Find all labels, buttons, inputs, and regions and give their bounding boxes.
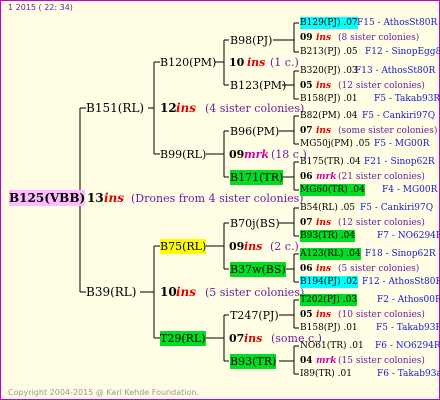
g3-g-queen[interactable]: T247(PJ) [230, 308, 279, 323]
g4-queen[interactable]: B194(PJ) .02 [300, 276, 358, 288]
root-queen[interactable]: B125(VBB) [9, 190, 86, 206]
g4-queen[interactable]: B320(PJ) .03 [300, 65, 358, 77]
g4-type: ins [316, 33, 332, 43]
g4-note: (some sister colonies) [338, 126, 438, 136]
g2-b-queen[interactable]: B99(RL) [160, 147, 206, 162]
g4-generation: 09 [300, 33, 313, 43]
g3-a-type: ins [247, 56, 266, 69]
g4-note: (10 sister colonies) [338, 310, 425, 320]
root-note: (Drones from 4 sister colonies) [131, 192, 304, 205]
copyright-footer: Copyright 2004-2015 @ Karl Kehde Foundat… [8, 388, 199, 397]
g4-note: (5 sister colonies) [338, 264, 420, 274]
g4-type: ins [316, 81, 332, 91]
g3-e-generation: 09 [229, 240, 245, 253]
g3-a-queen[interactable]: B98(PJ) [230, 33, 272, 48]
g4-type: mrk [316, 356, 337, 366]
g1-bottom-type: ins [176, 285, 197, 299]
g4-note: (15 sister colonies) [338, 356, 425, 366]
g3-b-queen[interactable]: B123(PM) [230, 78, 286, 93]
g1-bottom-note: (5 sister colonies) [205, 286, 305, 299]
root-type: ins [104, 191, 125, 205]
g4-origin-code: F18 - Sinop62R [365, 249, 436, 259]
g4-queen[interactable]: B54(RL) .05 [300, 202, 355, 214]
g4-note: (21 sister colonies) [338, 172, 425, 182]
g4-queen[interactable]: MG60(TR) .04 [300, 184, 365, 196]
g4-type: ins [316, 264, 332, 274]
g1-bottom-queen[interactable]: B39(RL) [86, 284, 136, 300]
g1-bottom-generation: 10 [160, 285, 177, 299]
g1-top-note: (4 sister colonies) [205, 102, 305, 115]
g4-queen[interactable]: B158(PJ) .01 [300, 93, 358, 105]
g3-a-note: (1 c.) [270, 56, 299, 69]
g4-origin-code: F12 - AthosSt80R [362, 277, 440, 287]
g4-origin-code: F5 - Takab93R [376, 323, 440, 333]
g1-top-generation: 12 [160, 101, 177, 115]
g4-origin-code: F6 - Takab93aR [377, 369, 440, 379]
g4-type: ins [316, 310, 332, 320]
g4-queen[interactable]: B82(PM) .04 [300, 110, 358, 122]
g3-d-queen[interactable]: B171(TR) [230, 170, 284, 185]
g4-origin-code: F4 - MG00R [382, 185, 438, 195]
g4-note: (12 sister colonies) [338, 218, 425, 228]
g4-generation: 05 [300, 81, 313, 91]
g1-top-queen[interactable]: B151(RL) [86, 100, 144, 116]
g4-origin-code: F12 - SinopEgg86R [365, 47, 440, 57]
g3-a-generation: 10 [229, 56, 245, 69]
g2-b-type: mrk [244, 148, 270, 161]
g4-generation: 04 [300, 356, 313, 366]
g4-generation: 05 [300, 310, 313, 320]
g4-generation: 07 [300, 218, 313, 228]
pedigree-tree: 1 2015 ( 22: 34) B125(VBB) 13 ins (Drone… [0, 0, 440, 400]
g2-c-queen[interactable]: B75(RL) [160, 239, 207, 254]
g3-e-note: (2 c.) [270, 240, 299, 253]
g4-origin-code: F5 - Cankiri97Q [360, 203, 434, 213]
g3-e-queen[interactable]: B70j(BS) [230, 216, 280, 231]
g4-generation: 06 [300, 172, 313, 182]
g4-note: (12 sister colonies) [338, 81, 425, 91]
g4-queen[interactable]: MG50j(PM) .05 [300, 138, 370, 150]
g1-top-type: ins [176, 101, 197, 115]
root-generation: 13 [87, 191, 104, 205]
g2-b-generation: 09 [229, 148, 245, 161]
g4-queen[interactable]: B158(PJ) .01 [300, 322, 358, 334]
g4-origin-code: F5 - Takab93R [374, 94, 440, 104]
g4-type: ins [316, 218, 332, 228]
g4-generation: 06 [300, 264, 313, 274]
g2-d-generation: 07 [229, 332, 245, 345]
g4-origin-code: F15 - AthosSt80R [357, 18, 438, 28]
g4-queen[interactable]: B175(TR) .04 [300, 156, 361, 168]
g3-h-queen[interactable]: B93(TR) [230, 354, 277, 369]
g4-origin-code: F13 - AthosSt80R [355, 66, 436, 76]
g4-queen[interactable]: B129(PJ) .07 [300, 17, 358, 29]
g4-origin-code: F7 - NO6294R [377, 231, 440, 241]
g4-origin-code: F5 - MG00R [374, 139, 430, 149]
g4-queen[interactable]: T202(PJ) .03 [300, 294, 358, 306]
g4-note: (8 sister colonies) [338, 33, 420, 43]
g3-e-type: ins [244, 240, 263, 253]
g4-queen[interactable]: B93(TR) .04 [300, 230, 356, 242]
g4-generation: 07 [300, 126, 313, 136]
g4-queen[interactable]: A123(RL) .04 [300, 248, 361, 260]
g2-d-queen[interactable]: T29(RL) [160, 331, 206, 346]
g4-queen[interactable]: I89(TR) .01 [300, 368, 352, 380]
g2-a-queen[interactable]: B120(PM) [160, 55, 216, 70]
g4-type: mrk [316, 172, 337, 182]
g4-type: ins [316, 126, 332, 136]
g3-f-queen[interactable]: B37w(BS) [230, 262, 286, 277]
g4-origin-code: F6 - NO6294R [375, 341, 440, 351]
g2-d-type: ins [244, 332, 263, 345]
g4-origin-code: F21 - Sinop62R [364, 157, 435, 167]
g4-origin-code: F2 - Athos00R [377, 295, 440, 305]
g4-queen[interactable]: B213(PJ) .05 [300, 46, 358, 58]
g3-c-queen[interactable]: B96(PM) [230, 124, 279, 139]
g4-queen[interactable]: NO61(TR) .01 [300, 340, 364, 352]
g4-origin-code: F5 - Cankiri97Q [362, 111, 436, 121]
